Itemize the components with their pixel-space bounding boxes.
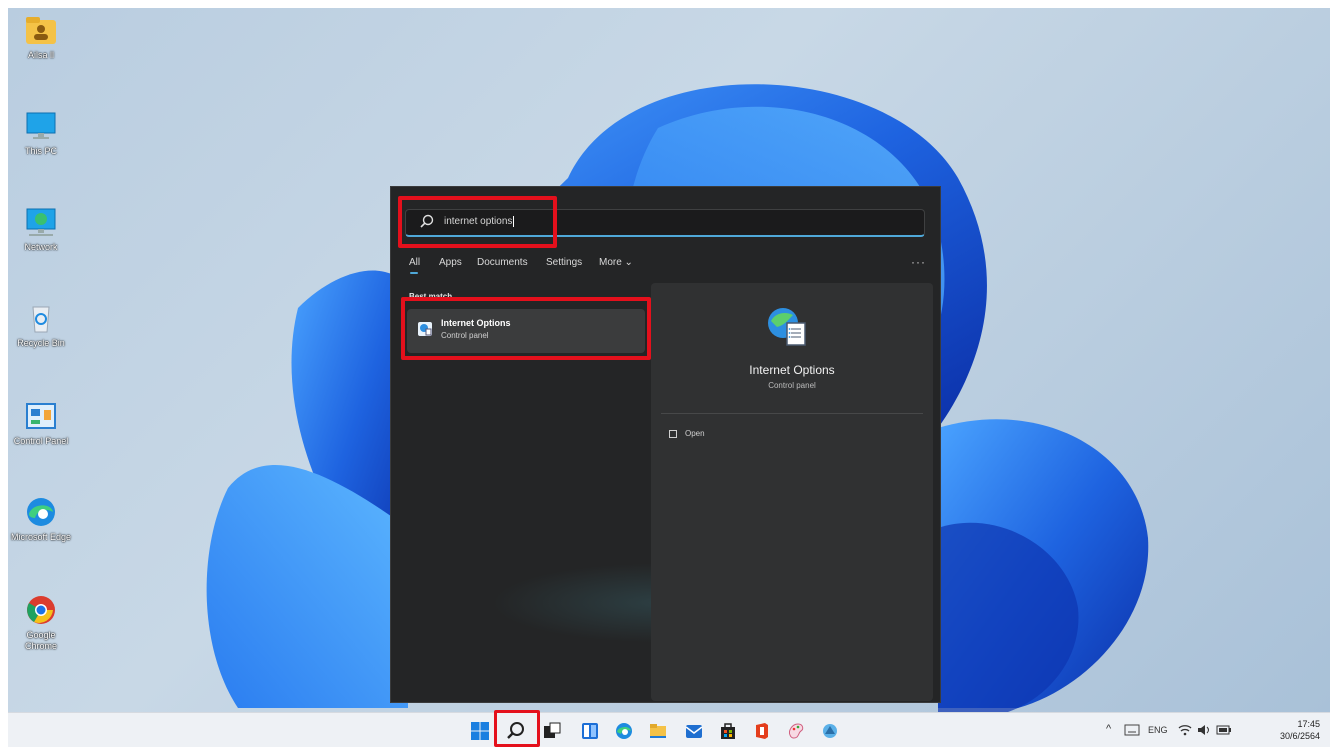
widgets-icon[interactable] bbox=[580, 721, 600, 741]
search-flyout: internet options All Apps Documents Sett… bbox=[390, 186, 941, 703]
paint-icon[interactable] bbox=[786, 721, 806, 741]
open-label: Open bbox=[685, 429, 705, 438]
desktop-icon-control-panel[interactable]: Control Panel bbox=[10, 400, 72, 447]
tab-apps[interactable]: Apps bbox=[439, 257, 462, 268]
store-icon[interactable] bbox=[718, 721, 738, 741]
desktop-icon-label: Ailsa ll bbox=[27, 50, 54, 60]
preview-pane: Internet Options Control panel Open bbox=[651, 283, 933, 701]
desktop: Ailsa ll This PC Network Recycle Bin Con… bbox=[8, 8, 1330, 712]
open-icon bbox=[669, 429, 677, 438]
edge-icon[interactable] bbox=[614, 721, 634, 741]
computer-icon bbox=[23, 110, 59, 142]
desktop-icon-label: Control Panel bbox=[13, 436, 69, 446]
desktop-icon-chrome[interactable]: Google Chrome bbox=[10, 594, 72, 652]
desktop-icon-label: This PC bbox=[24, 146, 57, 156]
task-view-icon[interactable] bbox=[542, 721, 562, 741]
preview-title: Internet Options bbox=[749, 363, 835, 377]
mail-icon[interactable] bbox=[684, 721, 704, 741]
volume-icon[interactable] bbox=[1196, 723, 1212, 737]
clock-date: 30/6/2564 bbox=[1279, 731, 1320, 741]
highlight-taskbar-search bbox=[494, 710, 540, 747]
open-action[interactable]: Open bbox=[669, 429, 705, 438]
desktop-icon-edge[interactable]: Microsoft Edge bbox=[10, 496, 72, 543]
internet-options-large-icon bbox=[768, 308, 806, 346]
recycle-bin-icon bbox=[23, 302, 59, 334]
desktop-icon-label: Google Chrome bbox=[24, 630, 57, 651]
keyboard-icon[interactable] bbox=[1124, 724, 1140, 736]
desktop-icon-recycle-bin[interactable]: Recycle Bin bbox=[10, 302, 72, 349]
desktop-icon-user[interactable]: Ailsa ll bbox=[10, 14, 72, 61]
network-icon bbox=[23, 206, 59, 238]
windows-start-icon[interactable] bbox=[470, 721, 490, 741]
tab-more[interactable]: More ⌄ bbox=[599, 257, 633, 268]
preview-subtitle: Control panel bbox=[768, 381, 816, 390]
app-icon[interactable] bbox=[820, 721, 840, 741]
file-explorer-icon[interactable] bbox=[648, 721, 668, 741]
highlight-result bbox=[401, 297, 651, 360]
highlight-search-box bbox=[398, 196, 557, 248]
wifi-icon[interactable] bbox=[1178, 723, 1192, 737]
tab-settings[interactable]: Settings bbox=[546, 257, 582, 268]
tray-chevron-icon[interactable]: ^ bbox=[1106, 723, 1111, 735]
desktop-icon-label: Network bbox=[24, 242, 58, 252]
control-panel-icon bbox=[23, 400, 59, 432]
tab-documents[interactable]: Documents bbox=[477, 257, 528, 268]
battery-icon[interactable] bbox=[1216, 725, 1232, 735]
office-icon[interactable] bbox=[752, 721, 772, 741]
desktop-icon-label: Microsoft Edge bbox=[10, 532, 72, 542]
language-indicator[interactable]: ENG bbox=[1148, 725, 1168, 735]
edge-icon bbox=[23, 496, 59, 528]
overflow-menu-button[interactable]: ··· bbox=[911, 255, 926, 269]
user-folder-icon bbox=[23, 14, 59, 46]
taskbar: ^ ENG 17:45 30/6/2564 bbox=[8, 712, 1330, 747]
desktop-icon-network[interactable]: Network bbox=[10, 206, 72, 253]
chrome-icon bbox=[23, 594, 59, 626]
search-tabs: All Apps Documents Settings More ⌄ bbox=[409, 257, 929, 277]
divider bbox=[661, 413, 923, 414]
tab-all[interactable]: All bbox=[409, 257, 420, 274]
clock-time: 17:45 bbox=[1297, 719, 1320, 729]
desktop-icon-this-pc[interactable]: This PC bbox=[10, 110, 72, 157]
clock[interactable]: 17:45 30/6/2564 bbox=[1280, 718, 1320, 742]
desktop-icon-label: Recycle Bin bbox=[17, 338, 65, 348]
